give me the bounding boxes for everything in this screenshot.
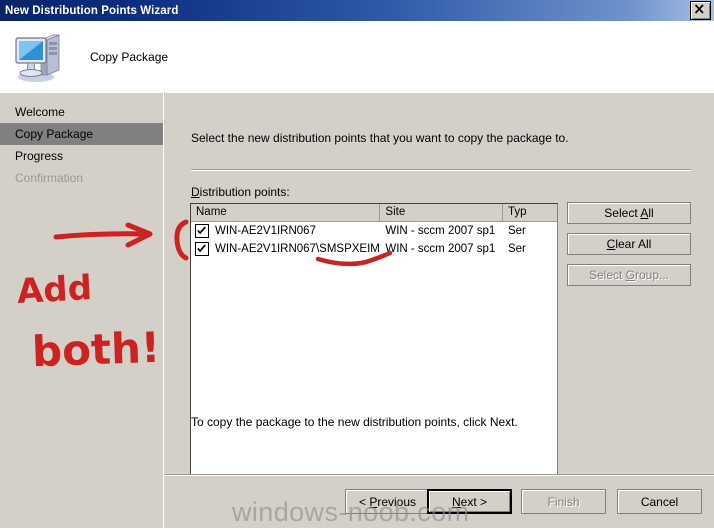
checkmark-icon xyxy=(197,226,206,235)
distribution-points-label: Distribution points: xyxy=(191,185,290,199)
accesskey-letter: N xyxy=(451,494,461,509)
accesskey-letter: D xyxy=(191,185,200,199)
cell-site: WIN - sccm 2007 sp1 xyxy=(385,225,496,237)
distribution-points-label-rest: istribution points: xyxy=(199,185,290,199)
cell-name: WIN-AE2V1IRN067\SMSPXEIMAGES$ xyxy=(191,242,380,256)
row-checkbox[interactable] xyxy=(195,242,209,256)
intro-text: Select the new distribution points that … xyxy=(191,131,569,145)
title-bar: New Distribution Points Wizard xyxy=(0,0,714,21)
table-row[interactable]: WIN-AE2V1IRN067 WIN - sccm 2007 sp1 Ser xyxy=(191,222,557,240)
column-header-site[interactable]: Site xyxy=(380,204,504,221)
horizontal-divider xyxy=(191,169,691,171)
select-group-button: Select Group... xyxy=(567,264,691,286)
wizard-footer: < Previous Next > Finish Cancel xyxy=(165,474,714,530)
outro-text: To copy the package to the new distribut… xyxy=(191,415,518,429)
finish-button: Finish xyxy=(521,489,606,514)
wizard-window: New Distribution Points Wizard Copy Pack… xyxy=(0,0,714,530)
row-checkbox[interactable] xyxy=(195,224,209,238)
checkmark-icon xyxy=(197,244,206,253)
select-all-button[interactable]: Select All xyxy=(567,202,691,224)
list-action-buttons: Select All Clear All Select Group... xyxy=(567,202,691,286)
list-header-row: Name Site Typ xyxy=(191,204,557,222)
cell-type: Ser xyxy=(507,225,526,237)
column-header-type[interactable]: Typ xyxy=(503,204,557,221)
clear-all-button[interactable]: Clear All xyxy=(567,233,691,255)
computer-icon xyxy=(15,33,60,82)
list-rows: WIN-AE2V1IRN067 WIN - sccm 2007 sp1 Ser xyxy=(191,222,557,258)
accesskey-letter: G xyxy=(625,268,635,282)
close-icon xyxy=(694,4,704,14)
distribution-points-list[interactable]: Name Site Typ WIN-AE2V1IRN067 WIN - sccm… xyxy=(190,203,558,493)
sidebar-item-welcome[interactable]: Welcome xyxy=(0,101,163,123)
wizard-content-pane: Select the new distribution points that … xyxy=(165,92,714,493)
sidebar-item-progress[interactable]: Progress xyxy=(0,145,163,167)
accesskey-letter: C xyxy=(606,237,616,251)
close-button[interactable] xyxy=(690,1,711,20)
cancel-button[interactable]: Cancel xyxy=(617,489,702,514)
cell-type: Ser xyxy=(507,243,526,255)
cell-site: WIN - sccm 2007 sp1 xyxy=(385,243,496,255)
row-name-text: WIN-AE2V1IRN067 xyxy=(215,225,316,237)
header-title: Copy Package xyxy=(90,49,169,64)
wizard-header: Copy Package xyxy=(0,21,714,92)
accesskey-letter: P xyxy=(369,494,378,509)
wizard-body: Welcome Copy Package Progress Confirmati… xyxy=(0,92,714,493)
window-title: New Distribution Points Wizard xyxy=(5,4,179,17)
cell-name: WIN-AE2V1IRN067 xyxy=(191,224,380,238)
sidebar-item-copy-package[interactable]: Copy Package xyxy=(0,123,163,145)
row-name-text: WIN-AE2V1IRN067\SMSPXEIMAGES$ xyxy=(215,243,380,255)
previous-button[interactable]: < Previous xyxy=(345,489,430,514)
accesskey-letter: A xyxy=(640,206,649,220)
column-header-name[interactable]: Name xyxy=(191,204,381,221)
table-row[interactable]: WIN-AE2V1IRN067\SMSPXEIMAGES$ WIN - sccm… xyxy=(191,240,557,258)
next-button[interactable]: Next > xyxy=(427,489,512,514)
wizard-steps-sidebar: Welcome Copy Package Progress Confirmati… xyxy=(0,92,164,474)
footer-sidebar-fill xyxy=(0,474,164,530)
sidebar-item-confirmation: Confirmation xyxy=(15,171,84,185)
